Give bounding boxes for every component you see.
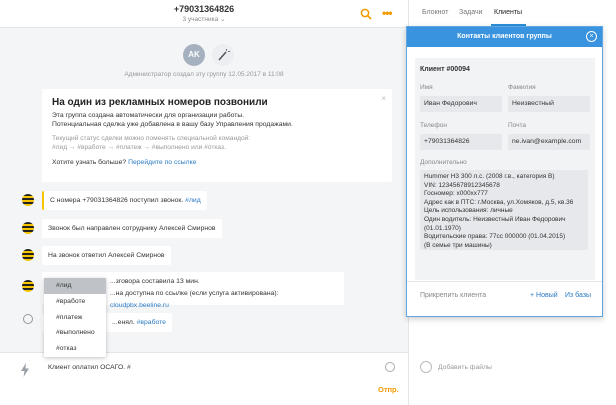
beeline-icon <box>22 280 34 292</box>
info-card-text: Потенциальная сделка уже добавлена в ваш… <box>52 121 293 128</box>
message-text: С номера +79031364826 поступил звонок. <box>50 197 186 204</box>
info-card-title: На один из рекламных номеров позвонили <box>52 97 268 108</box>
extra-label: Дополнительно <box>420 159 467 166</box>
email-label: Почта <box>508 122 527 129</box>
group-created-note: Администратор создал эту группу 12.05.20… <box>124 71 284 78</box>
chat-message: Звонок был направлен сотруднику Алексей … <box>42 219 222 238</box>
client-id: Клиент #00094 <box>420 66 470 73</box>
chat-header: +79031364826 3 участника ⌄ ••• <box>0 0 408 28</box>
note-line: (01.01.1970) <box>424 224 461 232</box>
popup-footer <box>407 281 602 317</box>
info-card-text: Эта группа создана автоматически для орг… <box>52 112 245 119</box>
emoji-icon[interactable] <box>385 362 395 372</box>
paperclip-icon[interactable] <box>420 361 432 373</box>
close-icon[interactable]: × <box>586 31 597 42</box>
note-line: Водительские права: 77сс 000000 (01.04.2… <box>424 233 566 241</box>
info-card-more: Хотите узнать больше? Перейдите по ссылк… <box>52 158 382 167</box>
participants-dropdown[interactable]: 3 участника ⌄ <box>0 15 408 23</box>
first-name-label: Имя <box>420 84 433 91</box>
info-card-more-text: Хотите узнать больше? <box>52 159 127 166</box>
tag-option-in-work[interactable]: #вработе <box>44 294 106 310</box>
tab-notebook[interactable]: Блокнот <box>422 9 448 16</box>
tab-clients[interactable]: Клиенты <box>494 9 522 16</box>
message-link[interactable]: cloudpbx.beeline.ru <box>110 302 169 309</box>
more-icon[interactable]: ••• <box>382 7 393 19</box>
chat-title: +79031364826 <box>173 4 235 14</box>
check-circle-icon <box>23 314 33 324</box>
chat-area: +79031364826 3 участника ⌄ ••• AK Админи… <box>0 0 408 405</box>
note-line: Hummer H3 300 л.с. (2008 г.в., категория… <box>424 173 555 180</box>
beeline-icon <box>22 194 34 206</box>
note-line: Один водитель: Неизвестный Иван Федорови… <box>424 215 566 223</box>
magic-wand-icon[interactable] <box>212 44 234 66</box>
email-field[interactable]: ne.ivan@example.com <box>508 134 590 150</box>
chat-message: С номера +79031364826 поступил звонок. #… <box>42 191 207 210</box>
note-line: Госномер: х000хх777 <box>424 190 488 198</box>
lightning-icon[interactable] <box>20 363 30 377</box>
message-tag[interactable]: #лид <box>185 197 201 204</box>
tag-option-payment[interactable]: #платеж <box>44 310 106 326</box>
last-name-field[interactable]: Неизвестный <box>508 96 590 112</box>
note-line: (В семье три машины) <box>424 241 492 249</box>
from-base-button[interactable]: Из базы <box>565 292 591 299</box>
tag-dropdown: #лид #вработе #платеж #выполнено #отказ <box>44 278 106 357</box>
attach-client-label: Прикрепить клиента <box>420 292 487 299</box>
phone-field[interactable]: +79031364826 <box>420 134 502 150</box>
phone-label: Телефон <box>420 122 447 129</box>
tag-option-refused[interactable]: #отказ <box>44 341 106 357</box>
tag-option-lead[interactable]: #лид <box>44 278 106 294</box>
message-text-part: ...на доступна по ссылке (если услуга ак… <box>110 290 279 297</box>
first-name-field[interactable]: Иван Федорович <box>420 96 502 112</box>
avatar[interactable]: AK <box>183 44 205 66</box>
beeline-icon <box>22 249 34 261</box>
close-icon[interactable]: × <box>381 94 386 103</box>
note-line: Адрес как в ПТС: г.Москва, ул.Хомяков, д… <box>424 198 574 206</box>
info-card: × На один из рекламных номеров позвонили… <box>42 89 392 182</box>
tag-option-done[interactable]: #выполнено <box>44 325 106 341</box>
note-line: Цель использования: личные <box>424 207 513 215</box>
message-input-bar <box>0 352 408 405</box>
note-line: VIN: 12345678912345678 <box>424 181 500 189</box>
tab-tasks[interactable]: Задачи <box>459 9 483 16</box>
message-input[interactable]: Клиент оплатил ОСАГО. # <box>48 364 131 371</box>
extra-notes-field[interactable]: Hummer H3 300 л.с. (2008 г.в., категория… <box>420 170 588 250</box>
popup-title: Контакты клиентов группы <box>407 27 602 47</box>
message-tag[interactable]: #вработе <box>137 319 166 326</box>
info-card-more-link[interactable]: Перейдите по ссылке <box>128 159 196 166</box>
message-text: ...енял. <box>112 319 137 326</box>
last-name-label: Фамилия <box>508 84 536 91</box>
info-card-hint: #лид → #вработе → #платеж → #выполнено и… <box>52 144 226 151</box>
beeline-icon <box>22 222 34 234</box>
new-client-button[interactable]: + Новый <box>530 292 558 299</box>
add-files-button[interactable]: Добавить файлы <box>438 364 492 371</box>
search-icon[interactable] <box>360 8 372 20</box>
send-button[interactable]: Отпр. <box>378 385 399 394</box>
info-card-hint: Текущий статус сделки можно поменять спе… <box>52 135 251 142</box>
chat-message: На звонок ответил Алексей Смирнов <box>42 246 171 265</box>
